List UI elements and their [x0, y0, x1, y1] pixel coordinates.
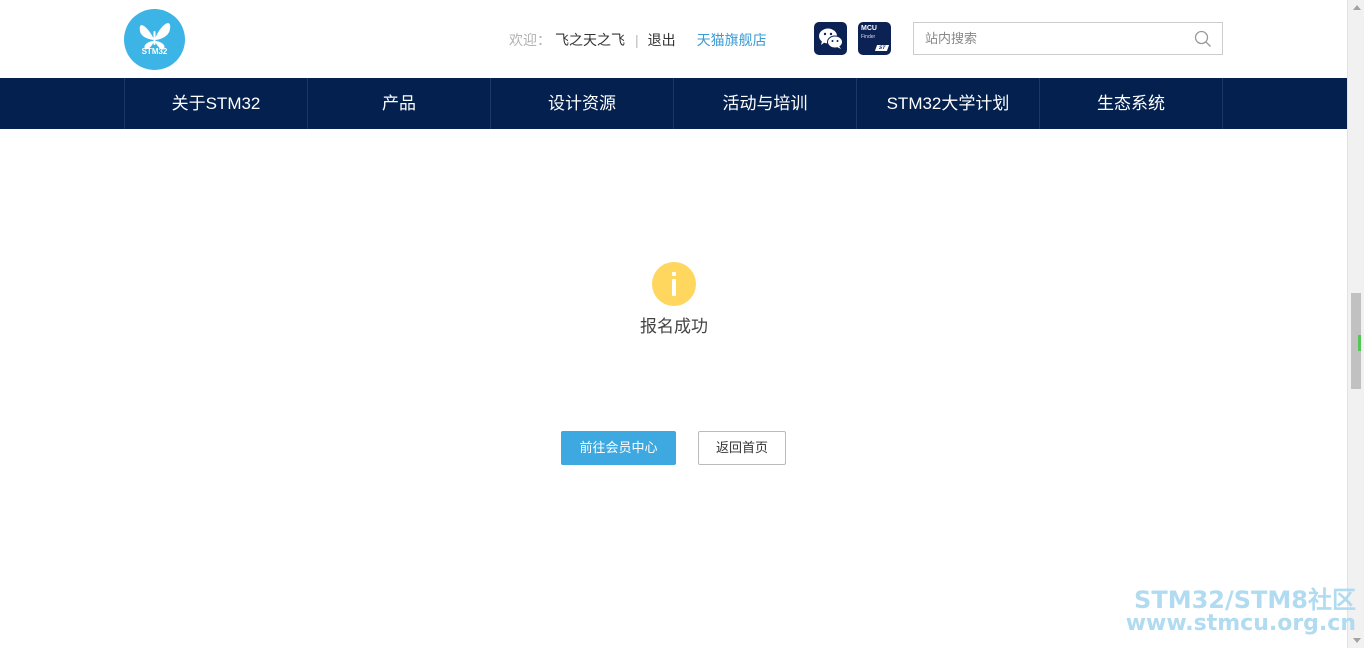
watermark-title: STM32/STM8社区	[1134, 586, 1356, 614]
vertical-scrollbar[interactable]	[1347, 0, 1364, 648]
page: STM32 欢迎：飞之天之飞 | 退出 天猫旗舰店 MCU Finder ST	[0, 0, 1347, 648]
watermark-url: www.stmcu.org.cn	[1125, 611, 1356, 636]
user-bar: 欢迎： 飞之天之飞 | 退出 天猫旗舰店	[509, 30, 767, 50]
member-center-button[interactable]: 前往会员中心	[561, 431, 676, 465]
welcome-label: 欢迎：	[509, 32, 551, 48]
nav-item-about-stm32[interactable]: 关于STM32	[125, 78, 308, 129]
nav-item-products[interactable]: 产品	[308, 78, 491, 129]
info-icon-bar	[672, 279, 676, 296]
search-icon[interactable]	[1194, 30, 1212, 48]
nav-item-university-program[interactable]: STM32大学计划	[857, 78, 1040, 129]
scroll-up-arrow-icon[interactable]	[1353, 5, 1361, 10]
wechat-icon	[819, 28, 843, 49]
logo-text: STM32	[141, 47, 168, 56]
separator: |	[635, 32, 639, 48]
mcu-finder-button[interactable]: MCU Finder ST	[858, 22, 891, 55]
mcu-finder-icon-sub: Finder	[861, 34, 876, 40]
search-input[interactable]	[914, 23, 1195, 54]
nav-items: 关于STM32 产品 设计资源 活动与培训 STM32大学计划 生态系统	[124, 78, 1224, 129]
home-button[interactable]: 返回首页	[698, 431, 786, 465]
butterfly-logo-icon	[139, 23, 171, 50]
stm32-logo[interactable]: STM32	[124, 9, 185, 70]
main-nav: 关于STM32 产品 设计资源 活动与培训 STM32大学计划 生态系统	[0, 78, 1347, 129]
username-link[interactable]: 飞之天之飞	[555, 30, 625, 50]
tmall-store-link[interactable]: 天猫旗舰店	[697, 30, 767, 50]
st-logo-badge: ST	[874, 45, 890, 51]
nav-item-events-training[interactable]: 活动与培训	[674, 78, 857, 129]
scroll-indicator	[1358, 335, 1361, 351]
scroll-down-arrow-icon[interactable]	[1353, 638, 1361, 643]
search-box	[913, 22, 1223, 55]
wechat-button[interactable]	[814, 22, 847, 55]
header: STM32 欢迎： 飞之天之飞 | 退出 天猫旗舰店 MCU Finder ST	[0, 0, 1347, 78]
info-icon	[652, 262, 696, 306]
status-message: 报名成功	[640, 317, 708, 336]
mcu-finder-icon-text: MCU	[861, 25, 877, 32]
nav-item-ecosystem[interactable]: 生态系统	[1040, 78, 1223, 129]
info-icon-dot	[672, 272, 676, 276]
nav-item-design-resources[interactable]: 设计资源	[491, 78, 674, 129]
site-watermark: STM32/STM8社区 www.stmcu.org.cn	[1126, 588, 1356, 636]
logout-link[interactable]: 退出	[648, 30, 676, 50]
